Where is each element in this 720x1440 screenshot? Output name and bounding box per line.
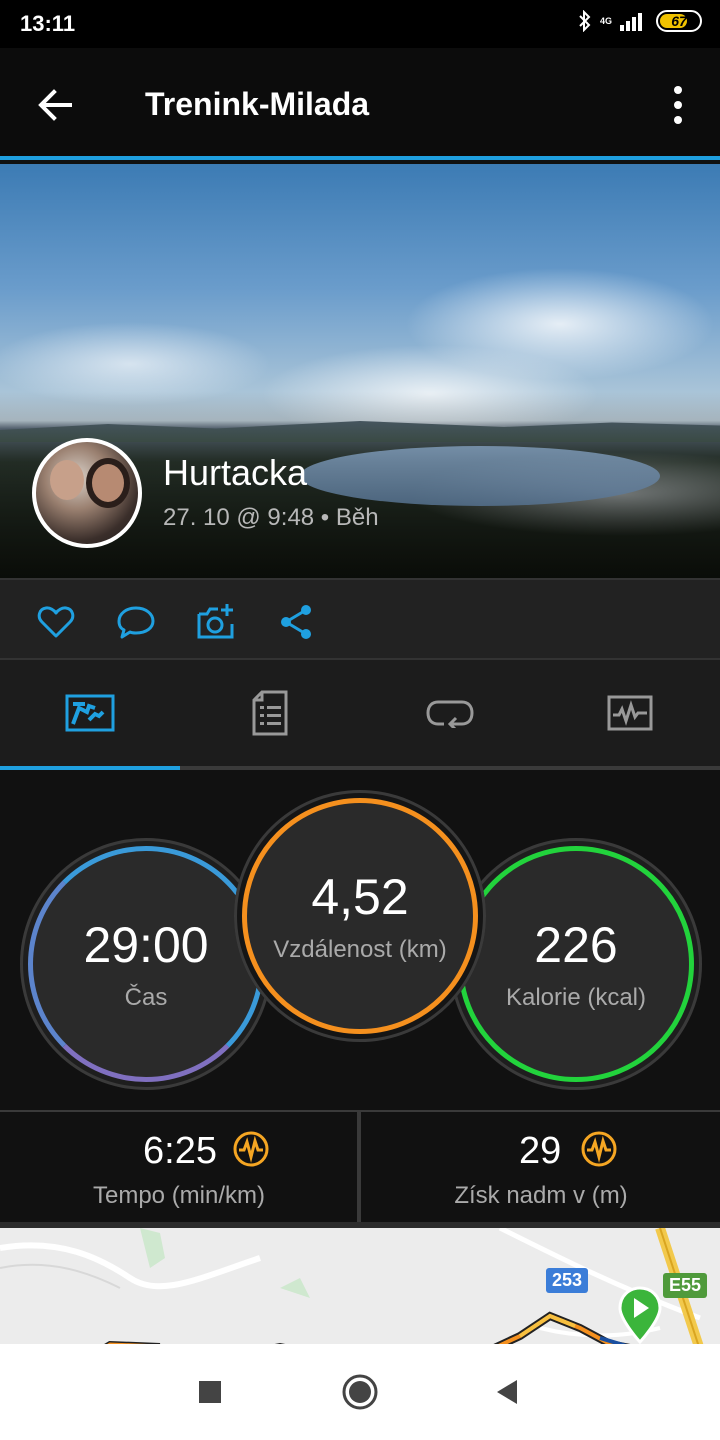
like-icon[interactable] <box>36 602 76 642</box>
calories-value: 226 <box>534 917 618 973</box>
activity-date-type: 27. 10 @ 9:48 • Běh <box>163 504 379 531</box>
tab-details[interactable] <box>180 660 360 766</box>
road-label-e55: E55 <box>663 1273 708 1298</box>
time-ring[interactable]: 29:00 Čas <box>28 846 264 1082</box>
tab-laps[interactable] <box>360 660 540 766</box>
status-bar: 13:11 4G 67 <box>0 0 720 48</box>
pace-metric[interactable]: 6:25 Tempo (min/km) <box>0 1112 358 1222</box>
home-icon[interactable] <box>340 1372 380 1412</box>
photo-lake <box>300 446 660 506</box>
calories-label: Kalorie (kcal) <box>505 984 647 1011</box>
system-nav-bar <box>0 1344 720 1440</box>
start-marker-icon[interactable] <box>618 1286 662 1344</box>
back-arrow-icon[interactable] <box>30 80 80 130</box>
status-icons: 4G 67 <box>578 10 702 32</box>
page-title: Trenink-Milada <box>145 86 370 122</box>
overview-icon <box>65 694 115 732</box>
activity-name: Hurtacka <box>163 452 308 493</box>
map-background <box>0 1228 704 1344</box>
battery-level: 67 <box>671 13 687 29</box>
back-triangle-icon[interactable] <box>487 1372 527 1412</box>
avatar[interactable] <box>32 438 142 548</box>
photo-hills <box>0 421 720 442</box>
tab-overview[interactable] <box>0 660 180 766</box>
comment-icon[interactable] <box>116 602 156 642</box>
add-photo-icon[interactable] <box>196 602 236 642</box>
network-type-label: 4G <box>599 15 612 26</box>
time-label: Čas <box>124 984 168 1011</box>
performance-pulse-icon <box>581 1131 617 1167</box>
overflow-menu-icon[interactable] <box>658 80 698 130</box>
distance-value: 4,52 <box>311 869 409 925</box>
performance-pulse-icon <box>233 1131 269 1167</box>
road-label-253: 253 <box>546 1268 589 1293</box>
elevation-label: Získ nadm v (m) <box>454 1182 628 1209</box>
recent-apps-icon[interactable] <box>190 1372 230 1412</box>
tab-bar <box>0 660 720 770</box>
laps-icon <box>426 700 474 728</box>
distance-label: Vzdálenost (km) <box>273 936 447 963</box>
status-time: 13:11 <box>20 11 76 36</box>
chart-icon <box>607 695 653 731</box>
tab-charts[interactable] <box>540 660 720 766</box>
share-icon[interactable] <box>276 602 316 642</box>
metric-divider <box>357 1112 361 1222</box>
elevation-value: 29 <box>519 1130 562 1172</box>
secondary-metrics: 6:25 Tempo (min/km) 29 Získ nadm v (m) <box>0 1110 720 1222</box>
activity-cover-photo[interactable]: Hurtacka 27. 10 @ 9:48 • Běh <box>0 164 720 578</box>
pace-value: 6:25 <box>143 1130 217 1172</box>
action-bar <box>0 578 720 660</box>
details-list-icon <box>252 690 288 736</box>
pace-label: Tempo (min/km) <box>92 1182 266 1209</box>
elevation-metric[interactable]: 29 Získ nadm v (m) <box>362 1112 720 1222</box>
time-value: 29:00 <box>83 917 209 973</box>
calories-ring[interactable]: 226 Kalorie (kcal) <box>458 846 694 1082</box>
app-bar: Trenink-Milada <box>0 48 720 160</box>
summary-stats: 29:00 Čas 226 Kalorie (kcal) 4,52 Vzdále… <box>0 770 720 1110</box>
bluetooth-icon <box>579 10 591 32</box>
distance-ring[interactable]: 4,52 Vzdálenost (km) <box>242 798 478 1034</box>
route-map[interactable]: 253 E55 <box>0 1222 720 1344</box>
battery-icon: 67 <box>656 10 702 32</box>
signal-icon <box>620 13 642 31</box>
